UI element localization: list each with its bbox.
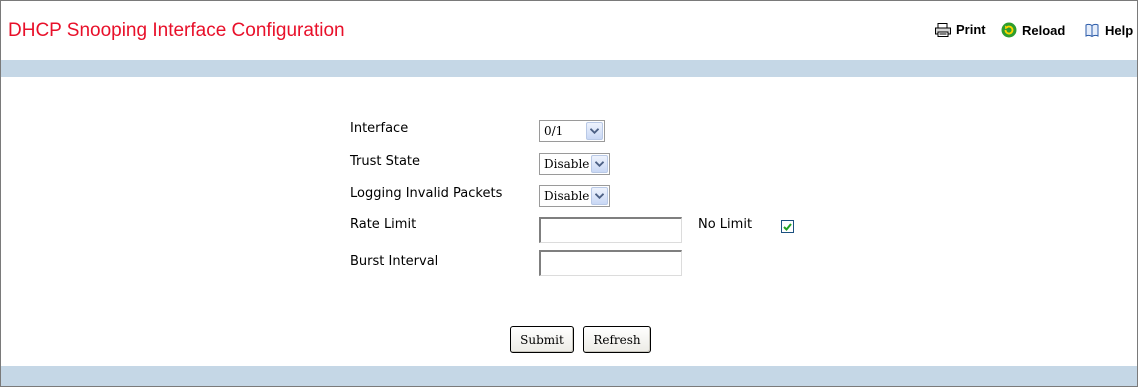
trust-state-select-value: Disable (544, 157, 590, 171)
print-button[interactable]: Print (935, 22, 986, 37)
trust-state-label: Trust State (350, 154, 421, 169)
help-book-icon (1085, 23, 1099, 38)
logging-invalid-packets-label: Logging Invalid Packets (350, 186, 503, 201)
reload-label: Reload (1022, 22, 1066, 38)
no-limit-checkbox[interactable] (781, 220, 794, 233)
reload-icon (1001, 22, 1017, 38)
burst-interval-label: Burst Interval (350, 254, 439, 269)
help-button[interactable]: Help (1084, 22, 1133, 38)
chevron-down-icon[interactable] (591, 155, 608, 173)
rate-limit-label: Rate Limit (350, 217, 417, 232)
print-label: Print (956, 22, 986, 37)
refresh-button[interactable]: Refresh (583, 326, 651, 353)
footer-band (1, 366, 1137, 386)
page-title: DHCP Snooping Interface Configuration (8, 20, 345, 41)
no-limit-label: No Limit (698, 217, 753, 232)
interface-select[interactable]: 0/1 (539, 120, 605, 142)
header-separator-band (1, 60, 1137, 77)
reload-button[interactable]: Reload (1001, 22, 1065, 38)
rate-limit-input[interactable] (539, 217, 682, 243)
trust-state-select[interactable]: Disable (539, 153, 610, 175)
help-label: Help (1105, 22, 1134, 38)
chevron-down-icon[interactable] (586, 122, 603, 140)
printer-icon (935, 22, 951, 37)
submit-button[interactable]: Submit (510, 326, 574, 353)
interface-label: Interface (350, 121, 409, 136)
burst-interval-input[interactable] (539, 250, 682, 276)
chevron-down-icon[interactable] (591, 187, 608, 205)
interface-select-value: 0/1 (544, 124, 564, 138)
logging-invalid-packets-select-value: Disable (544, 189, 590, 203)
logging-invalid-packets-select[interactable]: Disable (539, 185, 610, 207)
checkmark-icon (783, 222, 792, 231)
